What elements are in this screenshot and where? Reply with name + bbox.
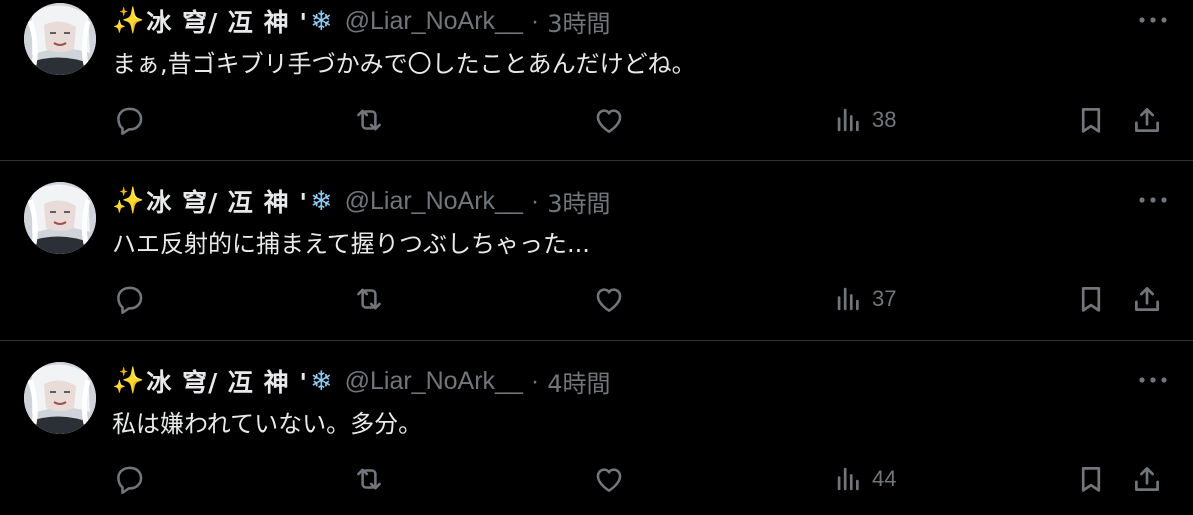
separator-dot: · xyxy=(530,366,540,395)
more-horizontal-icon[interactable] xyxy=(1133,370,1173,390)
separator-dot: · xyxy=(530,186,540,215)
views-count: 44 xyxy=(872,466,897,491)
views-count: 37 xyxy=(872,286,897,311)
action-bar: 37 xyxy=(0,279,1193,319)
avatar[interactable] xyxy=(24,182,96,254)
share-button[interactable] xyxy=(1130,459,1164,499)
tweet[interactable]: ✨ 冰 穹/ 冱 神 ' ❄ @Liar_NoArk__ · 4時間 私は嫌われ… xyxy=(0,341,1193,515)
user-handle[interactable]: @Liar_NoArk__ xyxy=(345,7,523,36)
user-handle[interactable]: @Liar_NoArk__ xyxy=(345,367,523,396)
reply-button[interactable] xyxy=(112,279,146,319)
sparkle-icon: ✨ xyxy=(112,186,145,216)
tweet-header: ✨ 冰 穹/ 冱 神 ' ❄ @Liar_NoArk__ · 4時間 xyxy=(112,364,610,398)
like-button[interactable] xyxy=(592,100,626,140)
share-button[interactable] xyxy=(1130,100,1164,140)
tweet-header: ✨ 冰 穹/ 冱 神 ' ❄ @Liar_NoArk__ · 3時間 xyxy=(112,4,610,38)
sparkle-icon: ✨ xyxy=(112,6,145,36)
views-chart-icon xyxy=(837,108,859,132)
bookmark-icon xyxy=(1081,287,1101,312)
like-button[interactable] xyxy=(592,459,626,499)
avatar[interactable] xyxy=(24,3,96,75)
display-name[interactable]: 冰 穹/ 冱 神 ' xyxy=(146,183,308,219)
tweet-text: 私は嫌われていない。多分。 xyxy=(112,410,423,438)
heart-icon xyxy=(596,288,622,312)
views-button[interactable]: 38 xyxy=(832,100,896,140)
retweet-button[interactable] xyxy=(352,459,386,499)
tweet-header: ✨ 冰 穹/ 冱 神 ' ❄ @Liar_NoArk__ · 3時間 xyxy=(112,184,610,218)
reply-button[interactable] xyxy=(112,100,146,140)
tweet-text: ハエ反射的に捕まえて握りつぶしちゃった... xyxy=(112,230,590,258)
tweet[interactable]: ✨ 冰 穹/ 冱 神 ' ❄ @Liar_NoArk__ · 3時間 ハエ反射的… xyxy=(0,161,1193,340)
views-chart-icon xyxy=(837,287,859,311)
sparkle-icon: ✨ xyxy=(112,366,145,396)
user-handle[interactable]: @Liar_NoArk__ xyxy=(345,187,523,216)
heart-icon xyxy=(596,468,622,492)
timestamp[interactable]: 3時間 xyxy=(547,4,610,39)
display-name[interactable]: 冰 穹/ 冱 神 ' xyxy=(146,363,308,399)
reply-icon xyxy=(117,466,143,495)
reply-button[interactable] xyxy=(112,459,146,499)
reply-icon xyxy=(117,107,143,136)
action-bar: 38 xyxy=(0,100,1193,140)
timeline: ✨ 冰 穹/ 冱 神 ' ❄ @Liar_NoArk__ · 3時間 まぁ,昔ゴ… xyxy=(0,0,1193,515)
retweet-icon xyxy=(357,468,381,490)
avatar-image xyxy=(24,182,96,254)
views-button[interactable]: 37 xyxy=(832,279,896,319)
heart-icon xyxy=(596,109,622,133)
views-count: 38 xyxy=(872,107,897,132)
bookmark-button[interactable] xyxy=(1074,279,1108,319)
snowflake-icon: ❄ xyxy=(309,185,333,217)
avatar-image xyxy=(24,3,96,75)
bookmark-icon xyxy=(1081,467,1101,492)
avatar-image xyxy=(24,362,96,434)
share-icon xyxy=(1135,108,1159,132)
more-horizontal-icon[interactable] xyxy=(1133,190,1173,210)
snowflake-icon: ❄ xyxy=(309,5,333,37)
share-icon xyxy=(1135,287,1159,311)
action-bar: 44 xyxy=(0,459,1193,499)
timestamp[interactable]: 3時間 xyxy=(547,184,610,219)
retweet-icon xyxy=(357,109,381,131)
more-horizontal-icon[interactable] xyxy=(1133,10,1173,30)
views-chart-icon xyxy=(837,467,859,491)
like-button[interactable] xyxy=(592,279,626,319)
tweet[interactable]: ✨ 冰 穹/ 冱 神 ' ❄ @Liar_NoArk__ · 3時間 まぁ,昔ゴ… xyxy=(0,0,1193,160)
views-button[interactable]: 44 xyxy=(832,459,896,499)
avatar[interactable] xyxy=(24,362,96,434)
retweet-button[interactable] xyxy=(352,279,386,319)
retweet-button[interactable] xyxy=(352,100,386,140)
timestamp[interactable]: 4時間 xyxy=(547,364,610,399)
bookmark-icon xyxy=(1081,108,1101,133)
retweet-icon xyxy=(357,288,381,310)
display-name[interactable]: 冰 穹/ 冱 神 ' xyxy=(146,3,308,39)
tweet-text: まぁ,昔ゴキブリ手づかみで〇したことあんだけどね。 xyxy=(112,50,696,78)
bookmark-button[interactable] xyxy=(1074,100,1108,140)
share-icon xyxy=(1135,467,1159,491)
reply-icon xyxy=(117,286,143,315)
snowflake-icon: ❄ xyxy=(309,365,333,397)
separator-dot: · xyxy=(530,6,540,35)
share-button[interactable] xyxy=(1130,279,1164,319)
bookmark-button[interactable] xyxy=(1074,459,1108,499)
